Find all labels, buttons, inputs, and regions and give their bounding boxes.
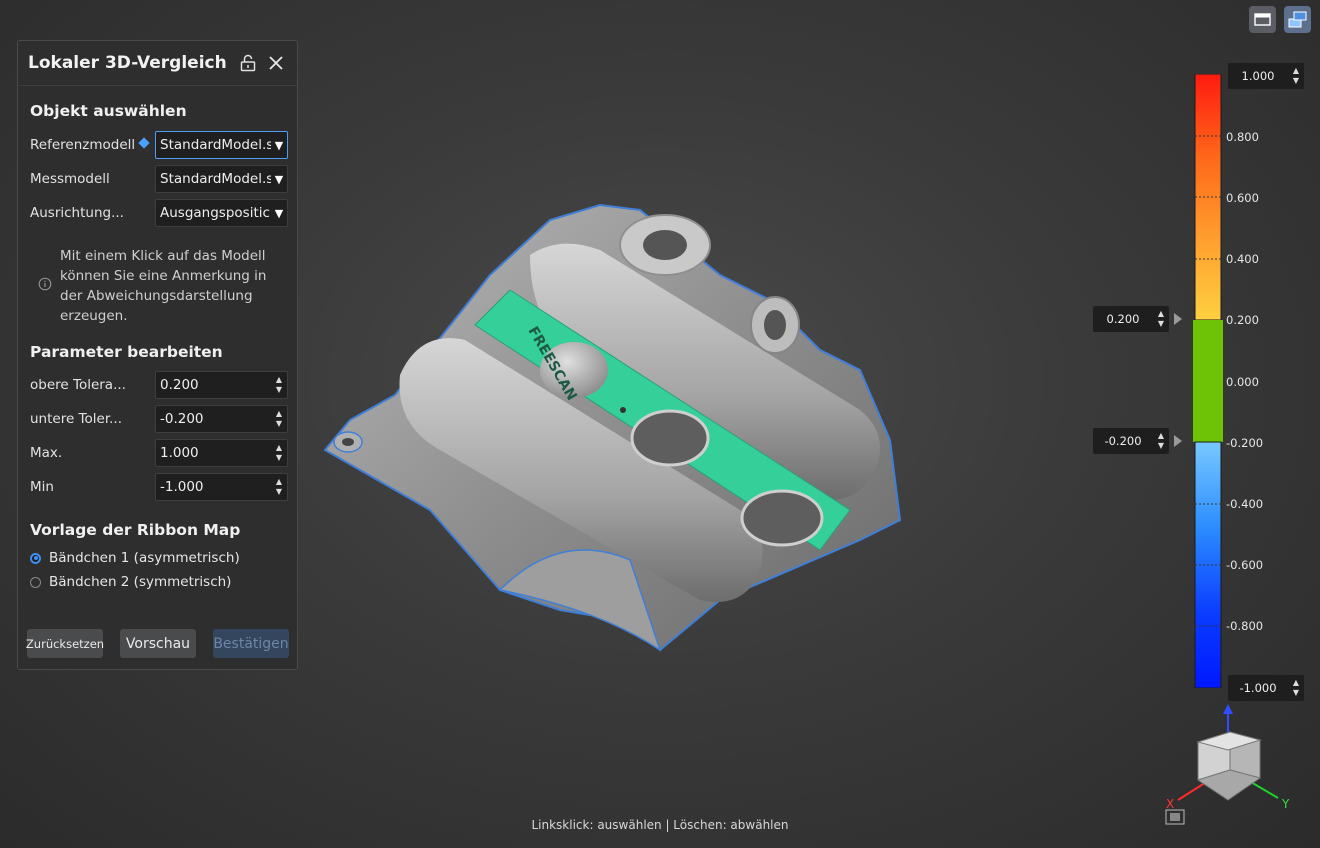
- colorbar-label-0.800: 0.800: [1226, 130, 1259, 144]
- reference-model-value: StandardModel.s: [160, 137, 271, 153]
- alignment-select[interactable]: Ausgangspositic ▼: [155, 199, 288, 227]
- unlock-button[interactable]: [237, 52, 259, 74]
- reset-button[interactable]: Zurücksetzen: [26, 629, 104, 658]
- max-label: Max.: [30, 445, 63, 461]
- close-icon: [269, 56, 283, 70]
- lower-tolerance-pointer-icon[interactable]: [1174, 435, 1182, 447]
- spin-buttons[interactable]: ▲ ▼: [1288, 66, 1304, 86]
- ribbon-option-2[interactable]: Bändchen 2 (symmetrisch): [30, 574, 231, 590]
- measure-row: Messmodell StandardModel.s ▼: [30, 164, 290, 194]
- colorbar-label-0.600: 0.600: [1226, 191, 1259, 205]
- y-axis-label: Y: [1281, 797, 1290, 811]
- colorbar-min-value: -1.000: [1239, 681, 1277, 695]
- panel-header: Lokaler 3D-Vergleich: [18, 41, 297, 86]
- lower-tolerance-label: untere Toler...: [30, 411, 123, 427]
- spin-buttons[interactable]: ▲ ▼: [271, 409, 287, 429]
- z-axis-arrow-icon: [1223, 704, 1233, 714]
- colorbar-min-input[interactable]: -1.000 ▲ ▼: [1228, 675, 1304, 701]
- measure-model-select[interactable]: StandardModel.s ▼: [155, 165, 288, 193]
- colorbar-max-value: 1.000: [1241, 69, 1275, 83]
- status-hint: Linksklick: auswählen | Löschen: abwähle…: [531, 818, 789, 832]
- dropdown-arrow-icon: ▼: [274, 206, 284, 220]
- unlock-icon: [240, 54, 256, 72]
- max-input[interactable]: 1.000 ▲ ▼: [155, 439, 288, 467]
- alignment-row: Ausrichtung... Ausgangspositic ▼: [30, 198, 290, 228]
- close-button[interactable]: [265, 52, 287, 74]
- max-value: 1.000: [160, 445, 199, 461]
- window-toggle-button[interactable]: [1249, 6, 1276, 33]
- upper-tolerance-input[interactable]: 0.200 ▲ ▼: [155, 371, 288, 399]
- window-icon: [1254, 13, 1271, 26]
- reference-label: Referenzmodell: [30, 137, 136, 153]
- section-edit-parameters: Parameter bearbeiten: [30, 343, 223, 361]
- colorbar-label-neg-0.600: -0.600: [1226, 558, 1264, 572]
- 3d-model-viewport[interactable]: FREESCAN: [300, 180, 920, 660]
- colorbar-max-input[interactable]: 1.000 ▲ ▼: [1228, 63, 1304, 89]
- measure-model-value: StandardModel.s: [160, 171, 271, 187]
- ribbon-option-1[interactable]: Bändchen 1 (asymmetrisch): [30, 550, 240, 566]
- colorbar-label-0.400: 0.400: [1226, 252, 1259, 266]
- reference-model-select[interactable]: StandardModel.s ▼: [155, 131, 288, 159]
- x-axis-label: X: [1166, 797, 1174, 811]
- lower-tolerance-row: untere Toler... -0.200 ▲ ▼: [30, 404, 290, 434]
- spin-buttons[interactable]: ▲ ▼: [1153, 431, 1169, 451]
- ribbon-option-1-label: Bändchen 1 (asymmetrisch): [49, 550, 240, 566]
- dropdown-arrow-icon: ▼: [274, 138, 284, 152]
- upper-tolerance-label: obere Tolera...: [30, 377, 126, 393]
- colorbar-label-neg-0.400: -0.400: [1226, 497, 1264, 511]
- spin-buttons[interactable]: ▲ ▼: [271, 477, 287, 497]
- colorbar-lower-tolerance-input[interactable]: -0.200 ▲ ▼: [1093, 428, 1169, 454]
- spin-buttons[interactable]: ▲ ▼: [271, 443, 287, 463]
- colorbar-upper-tolerance-input[interactable]: 0.200 ▲ ▼: [1093, 306, 1169, 332]
- radio-selected-icon: [30, 552, 41, 564]
- lower-tolerance-input[interactable]: -0.200 ▲ ▼: [155, 405, 288, 433]
- max-row: Max. 1.000 ▲ ▼: [30, 438, 290, 468]
- preview-button[interactable]: Vorschau: [120, 629, 196, 658]
- colorbar-lower-tolerance-value: -0.200: [1104, 434, 1142, 448]
- colorbar-label-neg-0.800: -0.800: [1226, 619, 1264, 633]
- view-switch-icon: [1288, 11, 1307, 28]
- view-cube[interactable]: X Y: [1160, 700, 1310, 830]
- spin-buttons[interactable]: ▲ ▼: [271, 375, 287, 395]
- upper-tolerance-value: 0.200: [160, 377, 199, 393]
- reference-row: Referenzmodell StandardModel.s ▼: [30, 130, 290, 160]
- info-text: Mit einem Klick auf das Modell können Si…: [60, 248, 267, 324]
- dropdown-arrow-icon: ▼: [274, 172, 284, 186]
- radio-unselected-icon: [30, 576, 41, 588]
- colorbar-label-0.000: 0.000: [1226, 375, 1259, 389]
- cylinder-head-model[interactable]: FREESCAN: [323, 203, 902, 652]
- view-switch-button[interactable]: [1284, 6, 1311, 33]
- local-3d-comparison-panel: Lokaler 3D-Vergleich Objekt auswählen Re…: [17, 40, 298, 670]
- alignment-label: Ausrichtung...: [30, 205, 124, 221]
- section-select-object: Objekt auswählen: [30, 102, 187, 120]
- min-input[interactable]: -1.000 ▲ ▼: [155, 473, 288, 501]
- deviation-colorbar: [1193, 74, 1223, 688]
- lower-tolerance-value: -0.200: [160, 411, 204, 427]
- spin-buttons[interactable]: ▲ ▼: [1288, 678, 1304, 698]
- upper-tolerance-pointer-icon[interactable]: [1174, 313, 1182, 325]
- upper-tolerance-row: obere Tolera... 0.200 ▲ ▼: [30, 370, 290, 400]
- ribbon-option-2-label: Bändchen 2 (symmetrisch): [49, 574, 232, 590]
- info-icon: [38, 277, 52, 291]
- colorbar-upper-tolerance-value: 0.200: [1106, 312, 1140, 326]
- confirm-button[interactable]: Bestätigen: [213, 629, 289, 658]
- spin-buttons[interactable]: ▲ ▼: [1153, 309, 1169, 329]
- min-label: Min: [30, 479, 54, 495]
- colorbar-label-0.200: 0.200: [1226, 313, 1259, 327]
- panel-title: Lokaler 3D-Vergleich: [28, 53, 227, 73]
- info-note: Mit einem Klick auf das Modell können Si…: [38, 246, 278, 326]
- colorbar-label-neg-0.200: -0.200: [1226, 436, 1264, 450]
- min-value: -1.000: [160, 479, 204, 495]
- min-row: Min -1.000 ▲ ▼: [30, 472, 290, 502]
- alignment-value: Ausgangspositic: [160, 205, 270, 221]
- measure-label: Messmodell: [30, 171, 110, 187]
- section-ribbon-template: Vorlage der Ribbon Map: [30, 521, 241, 539]
